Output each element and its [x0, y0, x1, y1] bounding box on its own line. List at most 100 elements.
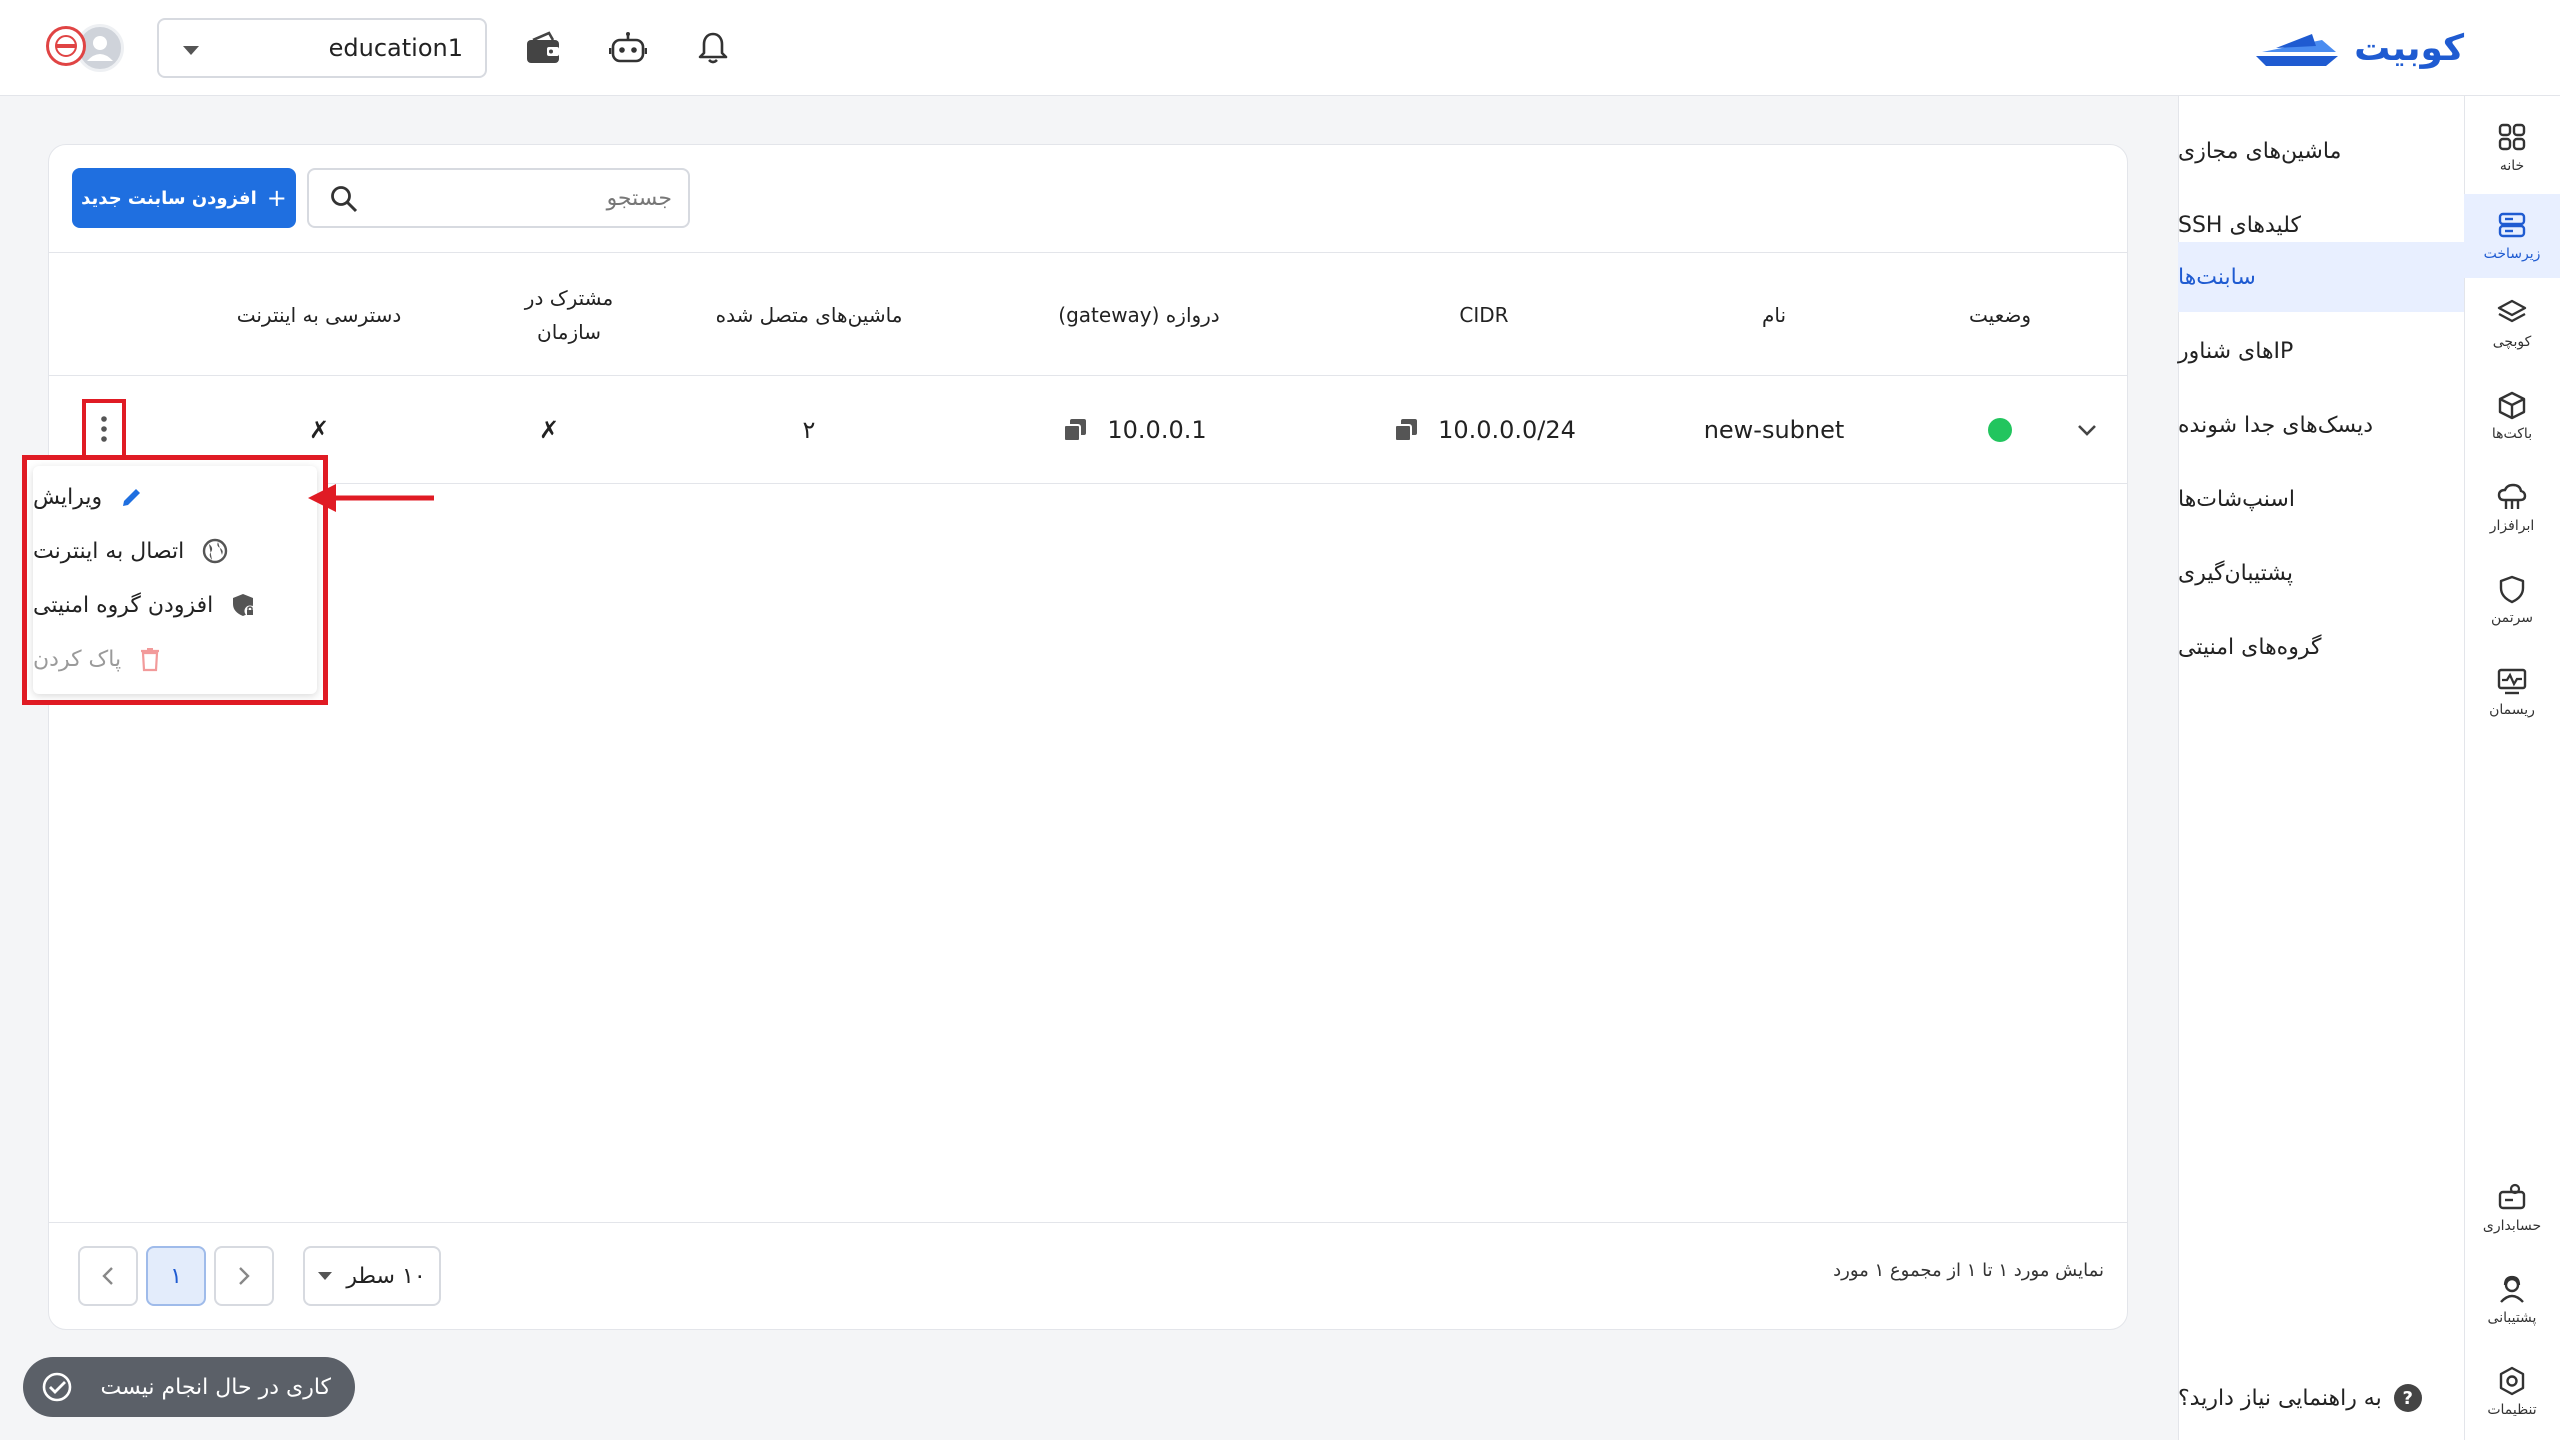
status-dot-active	[1988, 418, 2012, 442]
settings-icon	[2499, 1366, 2525, 1396]
add-subnet-button[interactable]: + افزودن سابنت جدید	[72, 168, 296, 228]
cloud-app-icon	[2497, 483, 2527, 509]
row-actions-button[interactable]	[82, 399, 126, 459]
rail-item-cloud-app[interactable]: ابرافزار	[2464, 466, 2560, 550]
name-cell: new-subnet	[1703, 416, 1845, 444]
row-actions-menu-panel: ویرایش اتصال به اینترنت افزودن گروه امنی…	[33, 466, 317, 694]
col-shared[interactable]: مشترک در سازمان	[449, 253, 689, 377]
robot-icon[interactable]	[608, 28, 648, 68]
rail-item-support[interactable]: پشتیبانی	[2464, 1258, 2560, 1342]
page-button-current[interactable]: ۱	[146, 1246, 206, 1306]
rail-item-kubchi[interactable]: کوبچی	[2464, 282, 2560, 366]
project-select[interactable]: education1	[157, 18, 487, 78]
add-subnet-label: افزودن سابنت جدید	[81, 187, 257, 209]
rail-label: تنظیمات	[2487, 1402, 2537, 1418]
submenu-item-snapshots[interactable]: اسنپ‌شات‌ها	[2178, 464, 2464, 534]
col-machines[interactable]: ماشین‌های متصل شده	[639, 253, 979, 377]
cidr-value: 10.0.0.0/24	[1438, 416, 1576, 444]
pencil-icon	[123, 489, 141, 506]
submenu-item-virtual-machines[interactable]: ماشین‌های مجازی	[2178, 116, 2464, 186]
menu-item-label: افزودن گروه امنیتی	[33, 592, 214, 618]
menu-item-edit[interactable]: ویرایش	[33, 470, 317, 524]
col-shared-line1: مشترک در	[524, 286, 614, 310]
brand-logo[interactable]: کوبیت	[2252, 22, 2464, 74]
wallet-icon[interactable]	[523, 28, 563, 68]
submenu-item-subnets[interactable]: سابنت‌ها	[2178, 242, 2464, 312]
rail-item-settings[interactable]: تنظیمات	[2464, 1350, 2560, 1434]
col-internet[interactable]: دسترسی به اینترنت	[169, 253, 469, 377]
rail-label: خانه	[2499, 158, 2525, 174]
col-shared-line2: سازمان	[537, 320, 602, 344]
rail-label: پشتیبانی	[2487, 1310, 2537, 1326]
rail-label: ابرافزار	[2489, 518, 2535, 534]
help-link[interactable]: ? به راهنمایی نیاز دارید؟	[2178, 1378, 2464, 1418]
menu-item-add-security-group[interactable]: افزودن گروه امنیتی	[33, 578, 317, 632]
menu-item-label: ویرایش	[33, 484, 103, 510]
submenu-item-volumes[interactable]: دیسک‌های جدا شونده	[2178, 390, 2464, 460]
bell-icon[interactable]	[693, 28, 733, 68]
shared-cell: ✗	[538, 416, 560, 444]
kebab-menu-icon	[101, 416, 107, 442]
table-row[interactable]: new-subnet 10.0.0.0/24 10.0.0.1 ۲ ✗ ✗	[49, 376, 2127, 484]
rail-item-infrastructure[interactable]: زیرساخت	[2464, 194, 2560, 278]
submenu-item-backups[interactable]: پشتیبان‌گیری	[2178, 538, 2464, 608]
search-icon[interactable]	[329, 184, 359, 218]
rail-item-home[interactable]: خانه	[2464, 106, 2560, 190]
search-input[interactable]	[412, 182, 672, 214]
chevron-right-icon	[239, 1267, 250, 1285]
server-icon	[2498, 212, 2526, 238]
submenu-item-floating-ips[interactable]: IPهای شناور	[2178, 316, 2464, 386]
infrastructure-submenu: ماشین‌های مجازی کلیدهای SSH سابنت‌ها IPه…	[2178, 96, 2464, 1440]
rail-label: حسابداری	[2482, 1218, 2542, 1234]
copy-icon[interactable]	[1392, 416, 1420, 444]
col-cidr[interactable]: CIDR	[1359, 253, 1609, 377]
tasks-status-toast[interactable]: کاری در حال انجام نیست	[23, 1357, 355, 1417]
copy-icon[interactable]	[1061, 416, 1089, 444]
icon-rail: خانه زیرساخت کوبچی باکت‌ها ابرافزار سرتم…	[2464, 96, 2560, 1440]
avatar-badge-icon	[46, 26, 86, 66]
chevron-left-icon	[102, 1267, 113, 1285]
menu-item-connect-internet[interactable]: اتصال به اینترنت	[33, 524, 317, 578]
plus-icon: +	[266, 184, 287, 212]
col-name[interactable]: نام	[1649, 253, 1899, 377]
rail-label: زیرساخت	[2483, 246, 2541, 262]
trash-icon	[141, 648, 160, 672]
globe-icon	[203, 538, 228, 564]
support-icon	[2500, 1275, 2524, 1303]
col-gateway[interactable]: دروازه (gateway)	[979, 253, 1299, 377]
rail-item-buckets[interactable]: باکت‌ها	[2464, 374, 2560, 458]
boat-logo-icon	[2256, 34, 2339, 66]
shield-lock-icon	[233, 594, 256, 617]
chevron-down-icon	[318, 1272, 333, 1280]
toast-text: کاری در حال انجام نیست	[100, 1374, 331, 1400]
cube-icon	[2498, 391, 2526, 420]
menu-item-delete[interactable]: پاک کردن	[33, 632, 317, 686]
accounting-icon	[2498, 1183, 2526, 1210]
rail-item-risman[interactable]: ریسمان	[2464, 650, 2560, 734]
chevron-down-icon	[183, 46, 199, 55]
rail-label: کوبچی	[2492, 334, 2532, 350]
prev-page-button[interactable]	[78, 1246, 138, 1306]
rows-per-page-select[interactable]: ۱۰ سطر	[303, 1246, 441, 1306]
submenu-item-security-groups[interactable]: گروه‌های امنیتی	[2178, 612, 2464, 682]
rail-label: باکت‌ها	[2491, 426, 2533, 442]
annotation-arrow-icon	[308, 484, 434, 512]
cidr-cell: 10.0.0.0/24	[1359, 376, 1609, 484]
machines-cell: ۲	[802, 416, 816, 444]
rail-item-sartaman[interactable]: سرتمن	[2464, 558, 2560, 642]
shield-icon	[2499, 575, 2525, 604]
table-footer-divider	[49, 1222, 2127, 1223]
menu-item-label: پاک کردن	[33, 646, 122, 672]
table-header: وضعیت نام CIDR دروازه (gateway) ماشین‌ها…	[49, 252, 2127, 376]
grid-icon	[2498, 123, 2526, 151]
rail-label: ریسمان	[2489, 702, 2535, 718]
help-icon: ?	[2393, 1384, 2422, 1412]
col-status[interactable]: وضعیت	[1875, 253, 2125, 377]
menu-item-label: اتصال به اینترنت	[33, 538, 185, 564]
rail-item-accounting[interactable]: حسابداری	[2464, 1166, 2560, 1250]
layers-icon	[2497, 299, 2527, 323]
pagination-info: نمایش مورد ۱ تا ۱ از مجموع ۱ مورد	[1833, 1260, 2104, 1281]
gateway-value: 10.0.0.1	[1107, 416, 1207, 444]
project-name: education1	[328, 34, 463, 62]
next-page-button[interactable]	[214, 1246, 274, 1306]
